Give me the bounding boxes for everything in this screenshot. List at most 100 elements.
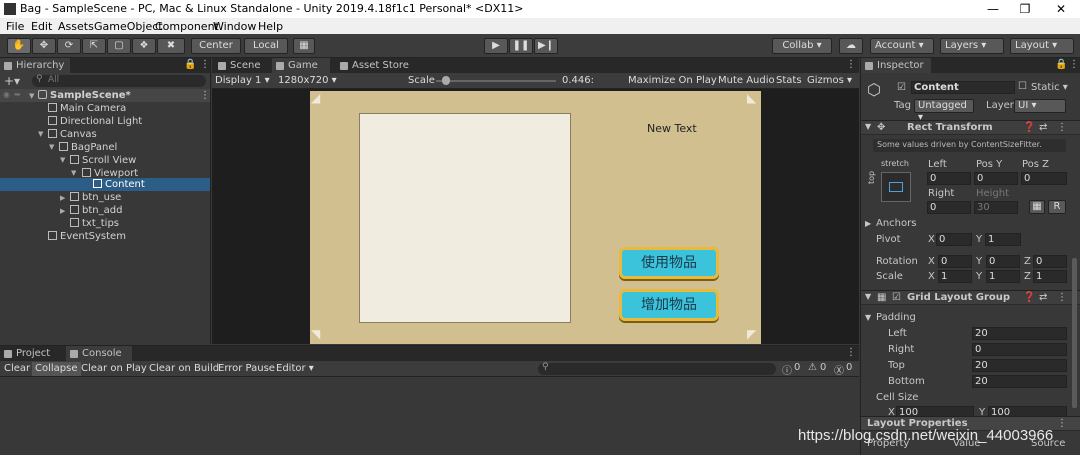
hierarchy-item[interactable]: Canvas bbox=[48, 128, 97, 141]
active-checkbox[interactable]: ☑ bbox=[897, 82, 906, 93]
expand-arrow-icon[interactable]: ▼ bbox=[71, 169, 76, 177]
cloud-icon[interactable]: ☁ bbox=[839, 38, 863, 54]
minimize-icon[interactable]: — bbox=[976, 0, 1010, 18]
lock-icon[interactable]: 🔒 bbox=[184, 59, 196, 70]
rotate-tool-icon[interactable]: ⟳ bbox=[57, 38, 81, 54]
menu-window[interactable]: Window bbox=[213, 20, 256, 33]
display-dropdown[interactable]: Display 1 ▾ bbox=[215, 74, 270, 88]
use-item-button[interactable]: 使用物品 bbox=[619, 247, 719, 279]
pick-icon[interactable]: ➥ bbox=[14, 90, 21, 99]
collab-button[interactable]: Collab ▾ bbox=[772, 38, 832, 54]
expand-arrow-icon[interactable]: ▼ bbox=[49, 143, 54, 151]
layers-dropdown[interactable]: Layers ▾ bbox=[940, 38, 1004, 54]
menu-gameobject[interactable]: GameObject bbox=[94, 20, 163, 33]
padding-left-field[interactable]: 20 bbox=[972, 327, 1067, 340]
tab-hierarchy[interactable]: Hierarchy bbox=[0, 58, 70, 73]
stats-toggle[interactable]: Stats bbox=[776, 74, 802, 88]
component-menu-icon[interactable]: ⋮ bbox=[1057, 292, 1067, 303]
scale-slider-thumb[interactable] bbox=[441, 76, 450, 85]
menu-edit[interactable]: Edit bbox=[31, 20, 52, 33]
inspector-scrollbar[interactable] bbox=[1072, 258, 1077, 408]
tab-scene[interactable]: Scene bbox=[214, 58, 268, 73]
static-dropdown[interactable]: Static ▾ bbox=[1031, 82, 1068, 93]
play-button[interactable]: ▶ bbox=[484, 38, 508, 54]
component-menu-icon[interactable]: ⋮ bbox=[1057, 418, 1067, 429]
visibility-icon[interactable]: ◉ bbox=[3, 90, 10, 99]
expand-arrow-icon[interactable]: ▼ bbox=[865, 313, 871, 322]
tab-inspector[interactable]: Inspector bbox=[861, 58, 931, 73]
collapse-button[interactable]: Collapse bbox=[32, 362, 81, 376]
editor-dropdown[interactable]: Editor ▾ bbox=[273, 362, 317, 376]
rotation-z-field[interactable]: 0 bbox=[1033, 255, 1067, 268]
resolution-dropdown[interactable]: 1280x720 ▾ bbox=[278, 74, 337, 88]
close-icon[interactable]: ✕ bbox=[1044, 0, 1078, 18]
pivot-local-button[interactable]: Local bbox=[244, 38, 288, 54]
menu-assets[interactable]: Assets bbox=[58, 20, 94, 33]
preset-icon[interactable]: ⇄ bbox=[1039, 292, 1047, 303]
right-field[interactable]: 0 bbox=[927, 201, 971, 214]
account-dropdown[interactable]: Account ▾ bbox=[870, 38, 934, 54]
rect-tool-icon[interactable]: ▢ bbox=[107, 38, 131, 54]
left-field[interactable]: 0 bbox=[927, 172, 971, 185]
tab-asset-store[interactable]: Asset Store bbox=[336, 58, 416, 73]
collapsed-arrow-icon[interactable]: ▶ bbox=[60, 207, 65, 215]
padding-top-field[interactable]: 20 bbox=[972, 359, 1067, 372]
scale-slider-track[interactable] bbox=[436, 76, 556, 85]
menu-component[interactable]: Component bbox=[155, 20, 219, 33]
layout-dropdown[interactable]: Layout ▾ bbox=[1010, 38, 1074, 54]
hierarchy-item-selected[interactable]: Content bbox=[93, 178, 145, 191]
pivot-center-button[interactable]: Center bbox=[191, 38, 241, 54]
scene-more-icon[interactable]: ⋮ bbox=[200, 90, 210, 101]
scale-x-field[interactable]: 1 bbox=[938, 270, 972, 283]
expand-arrow-icon[interactable]: ▼ bbox=[38, 130, 43, 138]
static-checkbox[interactable]: ☐ bbox=[1018, 81, 1027, 92]
hand-tool-icon[interactable]: ✋ bbox=[7, 38, 31, 54]
more-icon[interactable]: ⋮ bbox=[1069, 59, 1079, 70]
anchors-foldout[interactable]: Anchors bbox=[876, 218, 916, 229]
hierarchy-item[interactable]: btn_add bbox=[70, 204, 122, 217]
error-pause-button[interactable]: Error Pause bbox=[215, 362, 278, 376]
collapsed-arrow-icon[interactable]: ▶ bbox=[60, 194, 65, 202]
hierarchy-item[interactable]: btn_use bbox=[70, 191, 121, 204]
tab-console[interactable]: Console bbox=[66, 346, 132, 361]
hierarchy-item[interactable]: Directional Light bbox=[48, 115, 142, 128]
object-name-input[interactable]: Content bbox=[911, 81, 1015, 94]
layer-dropdown[interactable]: UI ▾ bbox=[1014, 99, 1066, 113]
custom-tool-icon[interactable]: ✖ bbox=[157, 38, 185, 54]
help-icon[interactable]: ❓ bbox=[1023, 292, 1035, 303]
rotation-y-field[interactable]: 0 bbox=[986, 255, 1020, 268]
rotation-x-field[interactable]: 0 bbox=[938, 255, 972, 268]
scale-tool-icon[interactable]: ⇱ bbox=[82, 38, 106, 54]
padding-foldout[interactable]: Padding bbox=[876, 312, 916, 323]
hierarchy-item[interactable]: Main Camera bbox=[48, 102, 126, 115]
help-icon[interactable]: ❓ bbox=[1023, 122, 1035, 133]
transform-tool-icon[interactable]: ❖ bbox=[132, 38, 156, 54]
warning-icon[interactable]: ⚠ bbox=[808, 362, 817, 373]
menu-help[interactable]: Help bbox=[258, 20, 283, 33]
grid-snap-icon[interactable]: ▦ bbox=[293, 38, 315, 54]
menu-file[interactable]: File bbox=[6, 20, 24, 33]
console-search-input[interactable]: ⚲ bbox=[538, 362, 776, 375]
posz-field[interactable]: 0 bbox=[1021, 172, 1067, 185]
pivot-x-field[interactable]: 0 bbox=[936, 233, 972, 246]
tab-project[interactable]: Project bbox=[0, 346, 62, 361]
add-item-button[interactable]: 增加物品 bbox=[619, 289, 719, 321]
clear-on-build-button[interactable]: Clear on Build bbox=[146, 362, 222, 376]
preset-icon[interactable]: ⇄ bbox=[1039, 122, 1047, 133]
padding-bottom-field[interactable]: 20 bbox=[972, 375, 1067, 388]
hierarchy-search-input[interactable]: ⚲ All bbox=[32, 74, 206, 87]
clear-button[interactable]: Clear bbox=[1, 362, 33, 376]
blueprint-mode-button[interactable]: ▦ bbox=[1029, 200, 1045, 214]
tab-game[interactable]: Game bbox=[272, 58, 330, 73]
hierarchy-item[interactable]: SampleScene* bbox=[38, 89, 131, 102]
more-icon[interactable]: ⋮ bbox=[200, 59, 210, 70]
expand-arrow-icon[interactable]: ▼ bbox=[865, 292, 871, 301]
hierarchy-item[interactable]: BagPanel bbox=[59, 141, 117, 154]
error-icon[interactable]: Ⓧ bbox=[834, 362, 844, 377]
lock-icon[interactable]: 🔒 bbox=[1055, 59, 1067, 70]
mute-audio-toggle[interactable]: Mute Audio bbox=[718, 74, 775, 88]
rect-transform-header[interactable]: ▼ ✥ Rect Transform ❓ ⇄ ⋮ bbox=[861, 120, 1080, 135]
gizmos-dropdown[interactable]: Gizmos ▾ bbox=[807, 74, 852, 88]
maximize-icon[interactable]: ❐ bbox=[1008, 0, 1042, 18]
enabled-checkbox[interactable]: ☑ bbox=[892, 292, 901, 303]
